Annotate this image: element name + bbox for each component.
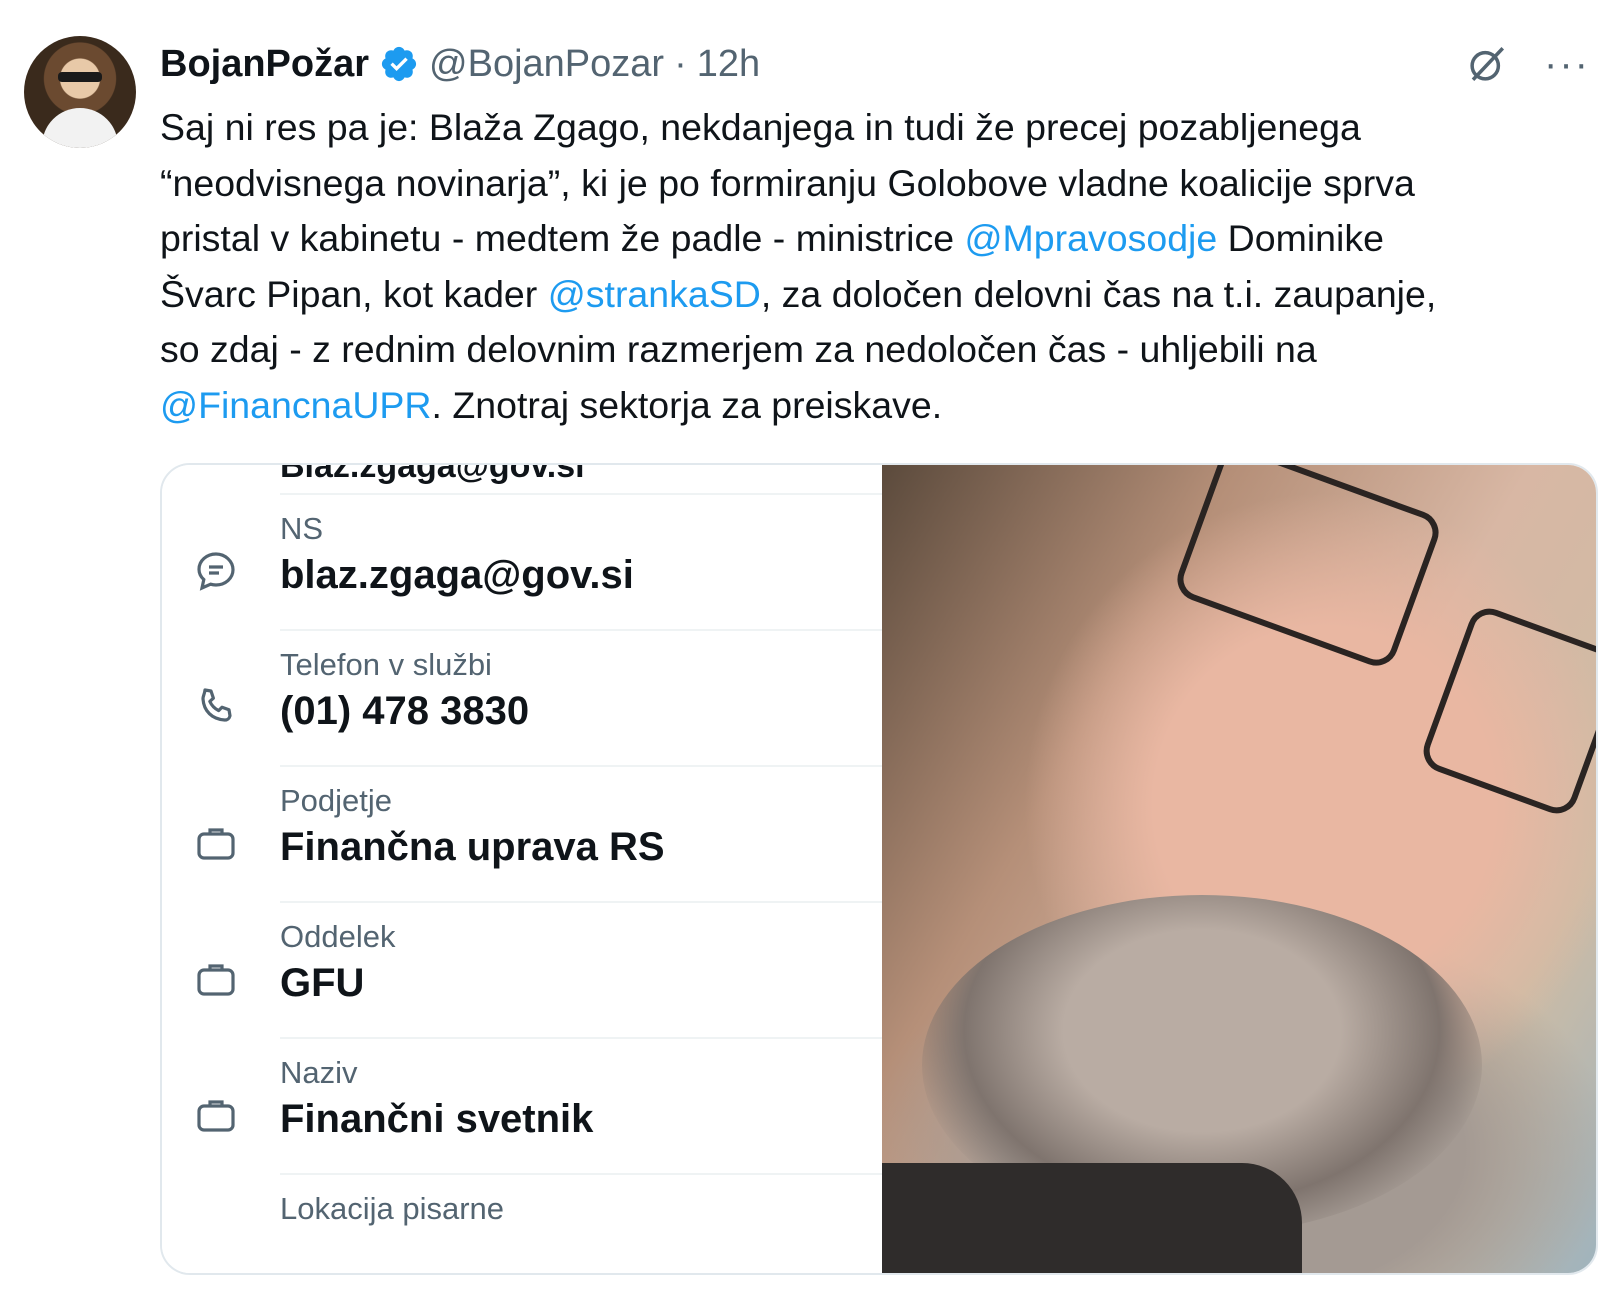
avatar-glasses bbox=[58, 72, 102, 82]
photo-collar bbox=[882, 1163, 1302, 1273]
tweet-actions-top: ··· bbox=[1466, 40, 1590, 88]
cut-off-email: Blaz.zgaga@gov.si bbox=[280, 463, 585, 485]
phone-icon bbox=[192, 683, 240, 731]
avatar-shirt bbox=[42, 108, 118, 148]
contact-row: Naziv Finančni svetnik bbox=[162, 1039, 882, 1179]
contact-row-value: (01) 478 3830 bbox=[280, 689, 530, 733]
verified-badge-icon bbox=[381, 46, 417, 82]
contact-row-value: blaz.zgaga@gov.si bbox=[280, 553, 634, 597]
mention-link[interactable]: @Mpravosodje bbox=[964, 217, 1217, 259]
tweet[interactable]: BojanPožar @BojanPozar · 12h ··· Saj ni … bbox=[0, 0, 1616, 1310]
contact-row: Telefon v službi (01) 478 3830 bbox=[162, 631, 882, 771]
briefcase-icon bbox=[192, 819, 240, 867]
contact-row: Lokacija pisarne bbox=[162, 1175, 882, 1273]
contact-row-value: Finančni svetnik bbox=[280, 1097, 594, 1141]
contact-row-label: Podjetje bbox=[280, 783, 393, 818]
contact-row-label: Oddelek bbox=[280, 919, 396, 954]
mention-link[interactable]: @FinancnaUPR bbox=[160, 384, 432, 426]
contact-row-label: Naziv bbox=[280, 1055, 358, 1090]
tweet-media[interactable]: Blaz.zgaga@gov.si NS blaz.zgaga@gov.si Tel… bbox=[160, 463, 1598, 1275]
timestamp[interactable]: 12h bbox=[697, 43, 760, 86]
photo-glasses-right bbox=[1417, 602, 1596, 820]
separator-dot: · bbox=[674, 42, 687, 85]
author-name[interactable]: BojanPožar bbox=[160, 43, 369, 86]
tweet-text-segment: . Znotraj sektorja za preiskave. bbox=[431, 383, 943, 426]
contact-row-value: Finančna uprava RS bbox=[280, 825, 665, 869]
briefcase-icon bbox=[192, 1091, 240, 1139]
portrait-photo bbox=[882, 465, 1596, 1273]
contact-row: Podjetje Finančna uprava RS bbox=[162, 767, 882, 907]
tweet-header: BojanPožar @BojanPozar · 12h bbox=[160, 40, 760, 88]
contact-row-label: Telefon v službi bbox=[280, 647, 492, 682]
briefcase-icon bbox=[192, 955, 240, 1003]
contact-row-value: GFU bbox=[280, 961, 365, 1005]
contact-row: NS blaz.zgaga@gov.si bbox=[162, 495, 882, 635]
grok-icon[interactable] bbox=[1466, 43, 1508, 85]
avatar[interactable] bbox=[24, 36, 136, 148]
contact-card-screenshot: Blaz.zgaga@gov.si NS blaz.zgaga@gov.si Tel… bbox=[162, 465, 882, 1273]
mention-link[interactable]: @strankaSD bbox=[548, 273, 761, 315]
more-options-icon[interactable]: ··· bbox=[1544, 44, 1590, 84]
contact-row-label: Lokacija pisarne bbox=[280, 1191, 505, 1226]
contact-row: Oddelek GFU bbox=[162, 903, 882, 1043]
author-handle[interactable]: @BojanPozar bbox=[429, 43, 664, 86]
chat-bubble-icon bbox=[192, 547, 240, 595]
tweet-text: Saj ni res pa je: Blaža Zgago, nekdanjeg… bbox=[160, 100, 1600, 434]
contact-row-label: NS bbox=[280, 511, 324, 546]
photo-glasses-left bbox=[1171, 465, 1445, 672]
